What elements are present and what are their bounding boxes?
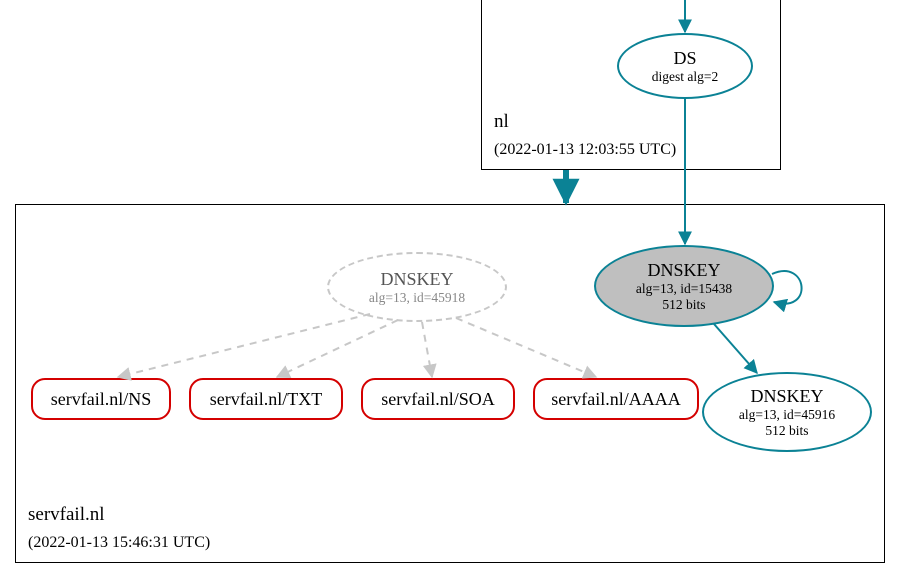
node-dnskey-missing-sub: alg=13, id=45918 bbox=[369, 290, 465, 306]
node-ds-title: DS bbox=[673, 48, 696, 69]
node-dnskey-zsk-sub1: alg=13, id=45916 bbox=[739, 407, 835, 423]
node-rr-aaaa: servfail.nl/AAAA bbox=[533, 378, 699, 420]
node-dnskey-missing-title: DNSKEY bbox=[380, 269, 453, 290]
node-dnskey-zsk-title: DNSKEY bbox=[750, 386, 823, 407]
node-dnskey-ksk-title: DNSKEY bbox=[647, 260, 720, 281]
node-rr-txt-label: servfail.nl/TXT bbox=[210, 389, 322, 410]
node-rr-aaaa-label: servfail.nl/AAAA bbox=[551, 389, 680, 410]
zone-timestamp-nl: (2022-01-13 12:03:55 UTC) bbox=[494, 141, 676, 159]
zone-label-servfail: servfail.nl bbox=[28, 503, 105, 528]
node-rr-ns: servfail.nl/NS bbox=[31, 378, 171, 420]
node-rr-soa-label: servfail.nl/SOA bbox=[381, 389, 494, 410]
node-dnskey-ksk-sub2: 512 bits bbox=[662, 297, 705, 313]
zone-label-nl: nl bbox=[494, 110, 509, 135]
node-ds-sub: digest alg=2 bbox=[652, 69, 718, 85]
node-rr-soa: servfail.nl/SOA bbox=[361, 378, 515, 420]
node-rr-ns-label: servfail.nl/NS bbox=[51, 389, 152, 410]
node-dnskey-ksk-sub1: alg=13, id=15438 bbox=[636, 281, 732, 297]
node-dnskey-ksk: DNSKEY alg=13, id=15438 512 bits bbox=[594, 245, 774, 327]
node-dnskey-zsk: DNSKEY alg=13, id=45916 512 bits bbox=[702, 372, 872, 452]
node-ds: DS digest alg=2 bbox=[617, 33, 753, 99]
node-dnskey-missing: DNSKEY alg=13, id=45918 bbox=[327, 252, 507, 322]
node-dnskey-zsk-sub2: 512 bits bbox=[765, 423, 808, 439]
node-rr-txt: servfail.nl/TXT bbox=[189, 378, 343, 420]
zone-timestamp-servfail: (2022-01-13 15:46:31 UTC) bbox=[28, 534, 210, 552]
